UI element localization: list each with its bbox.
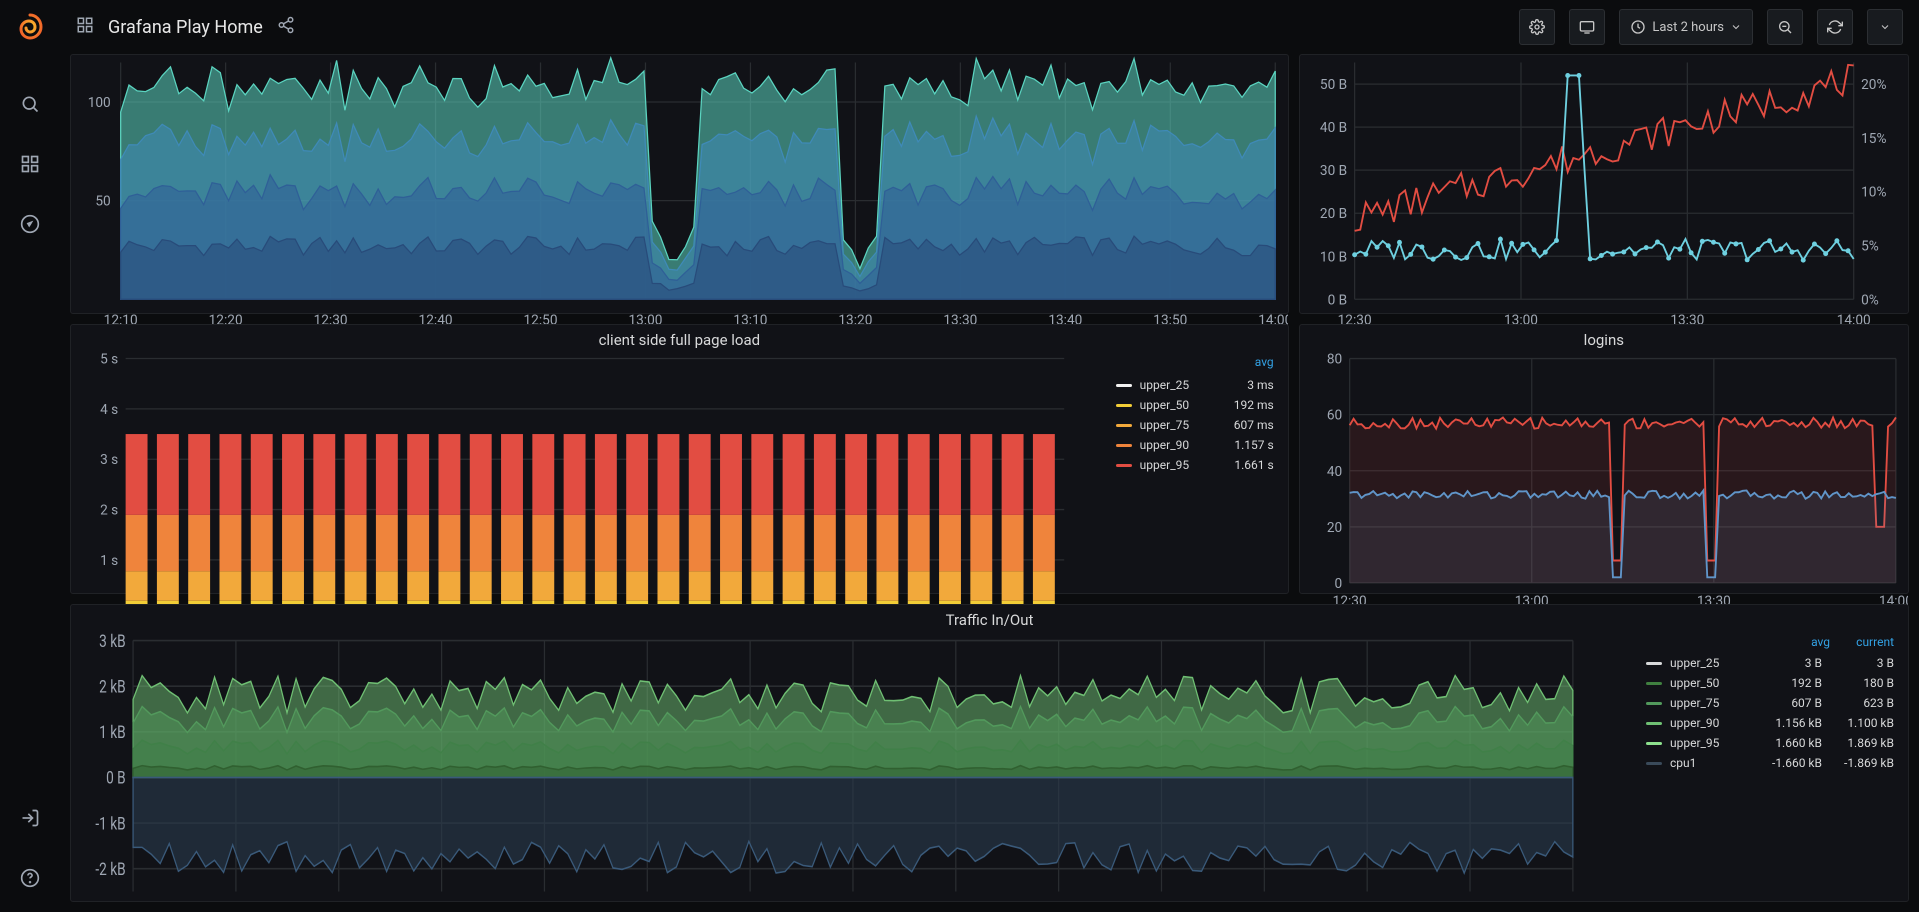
svg-text:3 s: 3 s [100, 452, 118, 468]
legend-item[interactable]: upper_951.660 kB1.869 kB [1640, 733, 1900, 753]
svg-text:-1 kB: -1 kB [95, 813, 125, 834]
svg-text:50: 50 [95, 194, 110, 210]
svg-text:40 B: 40 B [1320, 120, 1347, 136]
svg-text:10 B: 10 B [1320, 249, 1347, 265]
svg-text:20 B: 20 B [1320, 206, 1347, 222]
zoom-out-button[interactable] [1767, 9, 1803, 45]
svg-text:2 kB: 2 kB [99, 676, 125, 697]
explore-icon[interactable] [10, 204, 50, 244]
signin-icon[interactable] [10, 798, 50, 838]
legend-item[interactable]: upper_75607 ms [1110, 415, 1280, 435]
panel-grid-icon [76, 16, 94, 38]
svg-text:60: 60 [1327, 408, 1342, 424]
svg-text:30 B: 30 B [1320, 163, 1347, 179]
svg-text:5%: 5% [1861, 238, 1879, 254]
legend-item[interactable]: upper_50192 B180 B [1640, 673, 1900, 693]
panel-memcpu: 0 B10 B20 B30 B40 B50 B0%5%10%15%20%12:3… [1299, 54, 1909, 314]
panel-title: Traffic In/Out [71, 605, 1908, 631]
svg-text:0 B: 0 B [106, 767, 126, 788]
legend-item[interactable]: upper_50192 ms [1110, 395, 1280, 415]
panel-logins: logins 02040608012:3013:0013:3014:00 log… [1299, 324, 1909, 594]
svg-text:1 s: 1 s [100, 553, 118, 569]
svg-text:3 kB: 3 kB [99, 631, 125, 651]
legend-traffic: avgcurrent upper_253 B3 Bupper_50192 B18… [1640, 631, 1900, 773]
refresh-interval-button[interactable] [1867, 9, 1903, 45]
panel-pageload: client side full page load 0 ms1 s2 s3 s… [70, 324, 1289, 594]
svg-text:4 s: 4 s [100, 402, 118, 418]
svg-text:15%: 15% [1861, 131, 1886, 147]
svg-text:20%: 20% [1861, 77, 1886, 93]
legend-item[interactable]: upper_901.157 s [1110, 435, 1280, 455]
page-title: Grafana Play Home [108, 17, 263, 38]
app-sidebar [0, 0, 60, 912]
refresh-button[interactable] [1817, 9, 1853, 45]
chevron-down-icon [1730, 21, 1742, 33]
tv-mode-button[interactable] [1569, 9, 1605, 45]
svg-text:20: 20 [1327, 520, 1342, 536]
svg-text:50 B: 50 B [1320, 77, 1347, 93]
share-icon[interactable] [277, 16, 295, 38]
time-range-label: Last 2 hours [1652, 20, 1724, 35]
legend-item[interactable]: upper_253 ms [1110, 375, 1280, 395]
legend-header-current: current [1830, 635, 1894, 649]
legend-header-avg: avg [1766, 635, 1830, 649]
legend-header: avg [1110, 351, 1280, 375]
chart-memcpu[interactable]: 0 B10 B20 B30 B40 B50 B0%5%10%15%20%12:3… [1300, 55, 1908, 337]
svg-text:5 s: 5 s [100, 352, 118, 368]
chevron-down-icon [1879, 21, 1891, 33]
svg-text:0: 0 [1334, 576, 1342, 592]
svg-text:100: 100 [88, 95, 111, 111]
svg-text:40: 40 [1327, 464, 1342, 480]
svg-text:2 s: 2 s [100, 503, 118, 519]
svg-text:10%: 10% [1861, 185, 1886, 201]
legend-item[interactable]: upper_951.661 s [1110, 455, 1280, 475]
chart-traffic[interactable]: -2 kB -1 kB 0 B 1 kB 2 kB 3 kB [71, 631, 1908, 901]
svg-text:80: 80 [1327, 352, 1342, 368]
panel-title: client side full page load [71, 325, 1288, 351]
panel-title: logins [1300, 325, 1908, 351]
help-icon[interactable] [10, 858, 50, 898]
svg-text:1 kB: 1 kB [99, 721, 125, 742]
dashboard-toolbar: Grafana Play Home Last 2 hours [60, 0, 1919, 54]
panel-traffic: Traffic In/Out -2 kB -1 kB 0 B 1 kB 2 kB 3 kB… [70, 604, 1909, 902]
dashboards-icon[interactable] [10, 144, 50, 184]
grafana-logo[interactable] [14, 12, 46, 44]
time-range-picker[interactable]: Last 2 hours [1619, 9, 1753, 45]
chart-logins[interactable]: 02040608012:3013:0013:3014:00 [1300, 351, 1908, 616]
svg-text:0 B: 0 B [1327, 292, 1347, 308]
legend-item[interactable]: cpu1-1.660 kB-1.869 kB [1640, 753, 1900, 773]
legend-item[interactable]: upper_901.156 kB1.100 kB [1640, 713, 1900, 733]
svg-text:-2 kB: -2 kB [95, 858, 125, 879]
svg-text:0%: 0% [1861, 292, 1879, 308]
legend-item[interactable]: upper_253 B3 B [1640, 653, 1900, 673]
settings-button[interactable] [1519, 9, 1555, 45]
legend-pageload: avg upper_253 msupper_50192 msupper_7560… [1110, 351, 1280, 620]
chart-servers[interactable]: 5010012:1012:2012:3012:4012:5013:0013:10… [71, 55, 1288, 337]
panel-servers: 5010012:1012:2012:3012:4012:5013:0013:10… [70, 54, 1289, 314]
legend-item[interactable]: upper_75607 B623 B [1640, 693, 1900, 713]
search-icon[interactable] [10, 84, 50, 124]
